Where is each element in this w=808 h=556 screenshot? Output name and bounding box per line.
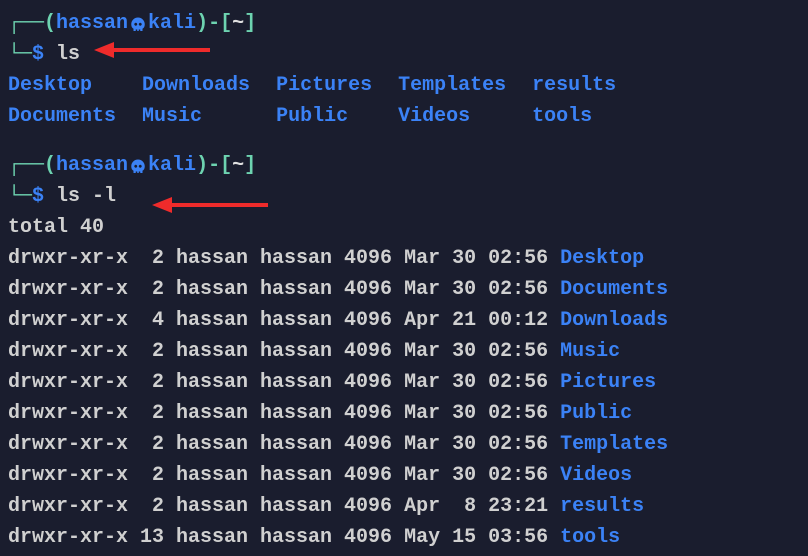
prompt-block-2: ┌──(hassan kali)-[~] └─$ ls -l xyxy=(8,150,800,212)
ll-row-meta: drwxr-xr-x 2 hassan hassan 4096 Mar 30 0… xyxy=(8,247,560,270)
ll-row: drwxr-xr-x 13 hassan hassan 4096 May 15 … xyxy=(8,522,800,553)
ll-row: drwxr-xr-x 2 hassan hassan 4096 Mar 30 0… xyxy=(8,336,800,367)
ll-row-name: tools xyxy=(560,526,620,549)
ll-row-name: Pictures xyxy=(560,371,656,394)
ll-row-name: Templates xyxy=(560,433,668,456)
dash: - xyxy=(208,154,220,177)
paren-close: ) xyxy=(196,154,208,177)
command-text: ls xyxy=(56,43,80,66)
cwd: ~ xyxy=(232,154,244,177)
ll-row: drwxr-xr-x 2 hassan hassan 4096 Mar 30 0… xyxy=(8,429,800,460)
ll-row-meta: drwxr-xr-x 2 hassan hassan 4096 Mar 30 0… xyxy=(8,433,560,456)
ll-row: drwxr-xr-x 2 hassan hassan 4096 Mar 30 0… xyxy=(8,243,800,274)
box-corner-icon: ┌── xyxy=(8,12,44,35)
ll-row: drwxr-xr-x 4 hassan hassan 4096 Apr 21 0… xyxy=(8,305,800,336)
ll-row-meta: drwxr-xr-x 2 hassan hassan 4096 Mar 30 0… xyxy=(8,371,560,394)
ll-row-meta: drwxr-xr-x 13 hassan hassan 4096 May 15 … xyxy=(8,526,560,549)
ll-row-meta: drwxr-xr-x 4 hassan hassan 4096 Apr 21 0… xyxy=(8,309,560,332)
dir-entry: Downloads xyxy=(142,70,250,101)
dir-entry: Templates xyxy=(398,70,506,101)
username: hassan xyxy=(56,12,128,35)
paren-open: ( xyxy=(44,154,56,177)
prompt-line-cmd[interactable]: └─$ ls -l xyxy=(8,181,800,212)
ll-row: drwxr-xr-x 2 hassan hassan 4096 Mar 30 0… xyxy=(8,274,800,305)
ll-row-name: results xyxy=(560,495,644,518)
username: hassan xyxy=(56,154,128,177)
dir-entry: Music xyxy=(142,101,250,132)
box-corner-icon: └─ xyxy=(8,185,32,208)
ll-row-name: Videos xyxy=(560,464,632,487)
prompt-block-1: ┌──(hassan kali)-[~] └─$ ls xyxy=(8,8,800,70)
ll-row-meta: drwxr-xr-x 2 hassan hassan 4096 Mar 30 0… xyxy=(8,340,560,363)
ll-row: drwxr-xr-x 2 hassan hassan 4096 Mar 30 0… xyxy=(8,367,800,398)
dir-entry: Desktop xyxy=(8,70,116,101)
dir-entry: Pictures xyxy=(276,70,372,101)
prompt-line-cmd[interactable]: └─$ ls xyxy=(8,39,800,70)
ll-row: drwxr-xr-x 2 hassan hassan 4096 Mar 30 0… xyxy=(8,460,800,491)
dollar-sign: $ xyxy=(32,185,56,208)
ll-row-name: Public xyxy=(560,402,632,425)
cwd: ~ xyxy=(232,12,244,35)
ll-row: drwxr-xr-x 2 hassan hassan 4096 Mar 30 0… xyxy=(8,398,800,429)
box-corner-icon: ┌── xyxy=(8,154,44,177)
dash: - xyxy=(208,12,220,35)
ll-row-name: Music xyxy=(560,340,620,363)
ll-row-name: Desktop xyxy=(560,247,644,270)
dollar-sign: $ xyxy=(32,43,56,66)
dir-entry: Videos xyxy=(398,101,506,132)
ll-row-meta: drwxr-xr-x 2 hassan hassan 4096 Mar 30 0… xyxy=(8,278,560,301)
ll-row-meta: drwxr-xr-x 2 hassan hassan 4096 Mar 30 0… xyxy=(8,464,560,487)
dir-entry: Documents xyxy=(8,101,116,132)
ll-row-meta: drwxr-xr-x 2 hassan hassan 4096 Mar 30 0… xyxy=(8,402,560,425)
hostname: kali xyxy=(148,12,196,35)
dir-entry: results xyxy=(532,70,616,101)
ll-row-meta: drwxr-xr-x 2 hassan hassan 4096 Apr 8 23… xyxy=(8,495,560,518)
bracket-close: ] xyxy=(244,12,256,35)
bracket-close: ] xyxy=(244,154,256,177)
dir-entry: Public xyxy=(276,101,372,132)
prompt-line-top: ┌──(hassan kali)-[~] xyxy=(8,8,800,39)
bracket-open: [ xyxy=(220,154,232,177)
skull-icon xyxy=(129,14,147,32)
paren-open: ( xyxy=(44,12,56,35)
bracket-open: [ xyxy=(220,12,232,35)
box-corner-icon: └─ xyxy=(8,43,32,66)
ll-row: drwxr-xr-x 2 hassan hassan 4096 Apr 8 23… xyxy=(8,491,800,522)
hostname: kali xyxy=(148,154,196,177)
ll-total: total 40 xyxy=(8,212,800,243)
spacer xyxy=(8,132,800,150)
ll-row-name: Documents xyxy=(560,278,668,301)
ls-output-grid: Desktop Downloads Pictures Templates res… xyxy=(8,70,616,132)
prompt-line-top: ┌──(hassan kali)-[~] xyxy=(8,150,800,181)
ll-listing: drwxr-xr-x 2 hassan hassan 4096 Mar 30 0… xyxy=(8,243,800,553)
paren-close: ) xyxy=(196,12,208,35)
command-text: ls -l xyxy=(56,185,116,208)
skull-icon xyxy=(129,156,147,174)
dir-entry: tools xyxy=(532,101,616,132)
ll-row-name: Downloads xyxy=(560,309,668,332)
